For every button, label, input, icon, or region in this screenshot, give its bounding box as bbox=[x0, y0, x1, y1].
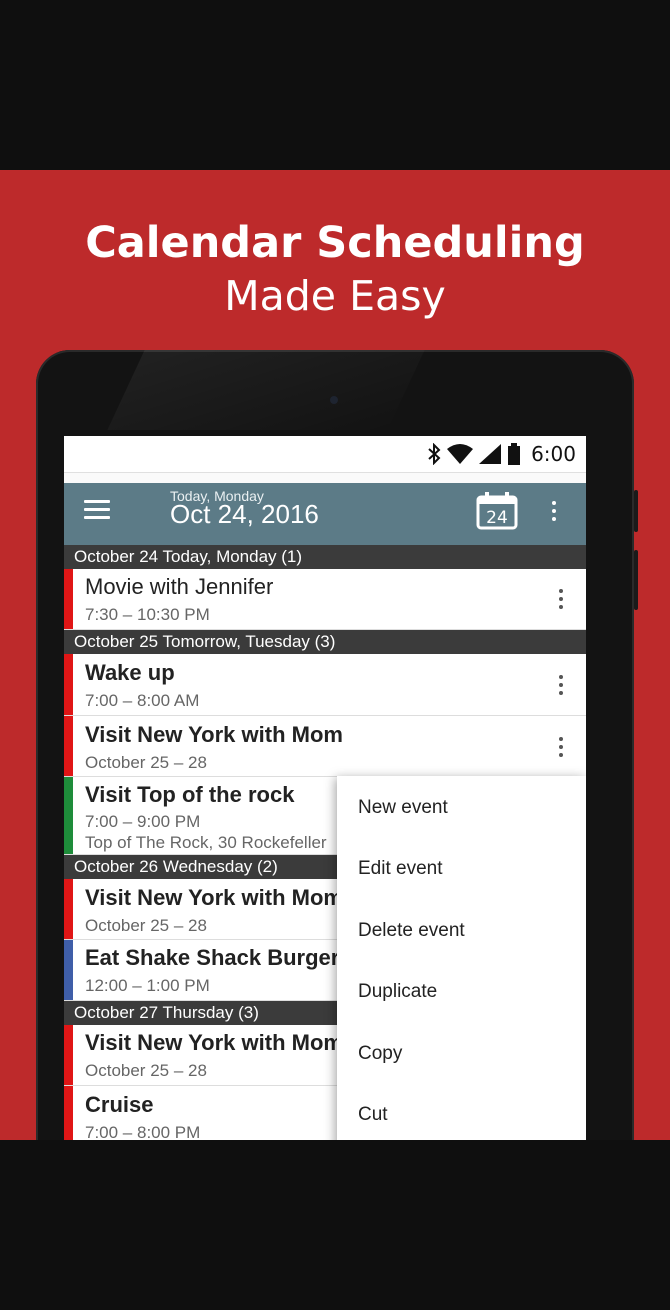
app-screen: 6:00 Today, Monday Oct 24, 2016 24 Octob… bbox=[64, 436, 586, 1140]
front-camera bbox=[330, 396, 338, 404]
day-header: October 25 Tomorrow, Tuesday (3) bbox=[64, 630, 586, 654]
event-row[interactable]: Wake up 7:00 – 8:00 AM bbox=[64, 654, 586, 716]
menu-item-delete-event[interactable]: Delete event bbox=[358, 920, 465, 942]
event-color-bar bbox=[64, 1086, 73, 1140]
battery-icon bbox=[508, 443, 521, 465]
menu-item-copy[interactable]: Copy bbox=[358, 1043, 402, 1065]
event-title: Visit New York with Mom bbox=[85, 885, 343, 910]
event-color-bar bbox=[64, 569, 73, 629]
event-more-icon[interactable] bbox=[556, 584, 566, 614]
event-title: Cruise bbox=[85, 1092, 154, 1117]
power-button bbox=[634, 550, 638, 610]
event-time: October 25 – 28 bbox=[85, 1061, 207, 1080]
event-row[interactable]: Visit New York with Mom October 25 – 28 bbox=[64, 716, 586, 777]
app-toolbar: Today, Monday Oct 24, 2016 24 bbox=[64, 483, 586, 545]
event-color-bar bbox=[64, 777, 73, 854]
event-title: Movie with Jennifer bbox=[85, 574, 274, 599]
menu-item-new-event[interactable]: New event bbox=[358, 797, 448, 819]
event-title: Wake up bbox=[85, 660, 175, 685]
event-title: Visit Top of the rock bbox=[85, 782, 295, 807]
context-menu: New event Edit event Delete event Duplic… bbox=[337, 776, 586, 1140]
event-color-bar bbox=[64, 940, 73, 1000]
menu-item-edit-event[interactable]: Edit event bbox=[358, 858, 443, 880]
cell-signal-icon bbox=[479, 444, 502, 464]
tablet-glare bbox=[107, 350, 425, 430]
event-location: Top of The Rock, 30 Rockefeller bbox=[85, 833, 327, 852]
event-color-bar bbox=[64, 716, 73, 776]
event-time: 12:00 – 1:00 PM bbox=[85, 976, 210, 995]
event-title: Visit New York with Mom bbox=[85, 1030, 343, 1055]
event-more-icon[interactable] bbox=[556, 732, 566, 762]
event-row[interactable]: Movie with Jennifer 7:30 – 10:30 PM bbox=[64, 569, 586, 630]
promo-title: Calendar Scheduling bbox=[85, 218, 585, 268]
volume-button bbox=[634, 490, 638, 532]
event-title: Eat Shake Shack Burger bbox=[85, 945, 340, 970]
event-time: 7:30 – 10:30 PM bbox=[85, 605, 210, 624]
calendar-today-icon[interactable]: 24 bbox=[476, 492, 518, 530]
event-more-icon[interactable] bbox=[556, 670, 566, 700]
event-time: October 25 – 28 bbox=[85, 753, 207, 772]
menu-item-cut[interactable]: Cut bbox=[358, 1104, 388, 1126]
toolbar-date[interactable]: Oct 24, 2016 bbox=[170, 499, 319, 530]
status-bar: 6:00 bbox=[64, 436, 586, 473]
menu-item-duplicate[interactable]: Duplicate bbox=[358, 981, 437, 1003]
calendar-today-day: 24 bbox=[486, 508, 508, 528]
menu-icon[interactable] bbox=[84, 500, 110, 520]
status-time: 6:00 bbox=[531, 442, 576, 466]
promo-subtitle: Made Easy bbox=[224, 272, 446, 320]
event-color-bar bbox=[64, 654, 73, 715]
event-title: Visit New York with Mom bbox=[85, 722, 343, 747]
event-time: 7:00 – 9:00 PM bbox=[85, 812, 201, 831]
event-time: 7:00 – 8:00 AM bbox=[85, 691, 200, 710]
bluetooth-icon bbox=[428, 443, 441, 465]
day-header: October 24 Today, Monday (1) bbox=[64, 545, 586, 569]
event-time: October 25 – 28 bbox=[85, 916, 207, 935]
event-color-bar bbox=[64, 1025, 73, 1085]
more-vert-icon[interactable] bbox=[548, 493, 560, 529]
wifi-icon bbox=[447, 444, 474, 464]
event-color-bar bbox=[64, 879, 73, 939]
event-time: 7:00 – 8:00 PM bbox=[85, 1123, 201, 1140]
